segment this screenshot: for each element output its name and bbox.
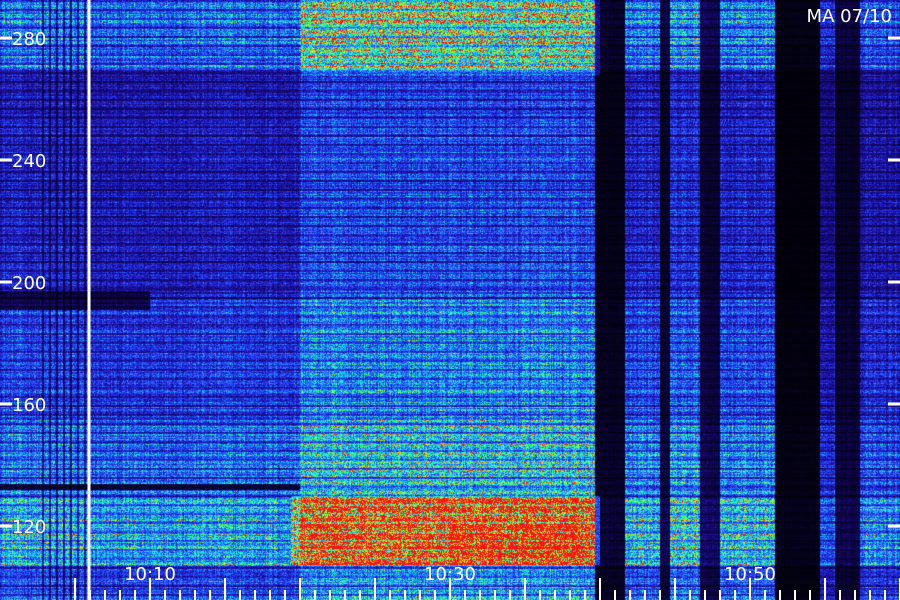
y-tick-label-280: 280 — [12, 29, 46, 50]
x-tick-label-10-50: 10:50 — [724, 564, 776, 585]
y-tick-label-200: 200 — [12, 273, 46, 294]
x-tick-label-10-30: 10:30 — [424, 564, 476, 585]
y-axis-ticks: 280 240 200 160 120 — [0, 29, 900, 538]
x-axis-ticks: 10:10 10:30 10:50 — [74, 564, 900, 600]
x-tick-label-10-10: 10:10 — [124, 564, 176, 585]
y-tick-label-120: 120 — [12, 517, 46, 538]
y-tick-label-160: 160 — [12, 395, 46, 416]
station-date-label: MA 07/10 — [806, 6, 892, 27]
y-tick-label-240: 240 — [12, 151, 46, 172]
axes-overlay: 280 240 200 160 120 10:10 10:30 10:50 — [0, 0, 900, 600]
